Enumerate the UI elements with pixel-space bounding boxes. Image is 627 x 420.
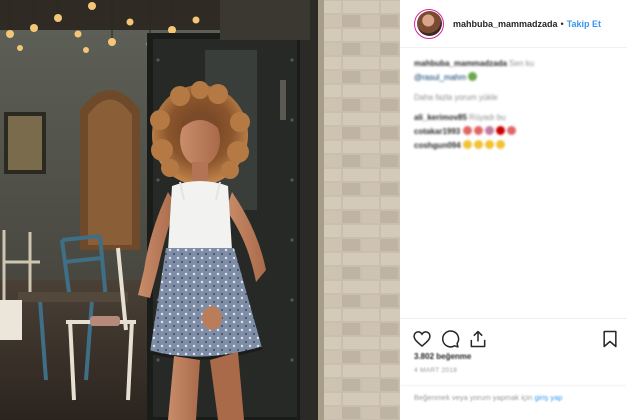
share-icon[interactable]: [468, 329, 488, 349]
likes-count[interactable]: 3.802 beğenme: [414, 352, 471, 361]
comment-caption: mahbuba_mammadzada Sen ku: [414, 58, 619, 70]
emoji-icon: [473, 126, 483, 135]
comments-list: mahbuba_mammadzada Sen ku @rasul_mahm Da…: [414, 58, 619, 154]
post-actions: [400, 318, 627, 356]
emoji-icon: [484, 126, 494, 135]
login-link[interactable]: giriş yap: [534, 393, 562, 402]
comment-text: Rüyadı bu: [469, 113, 506, 122]
login-text: Beğenmek veya yorum yapmak için: [414, 393, 533, 402]
separator-dot: •: [560, 18, 564, 29]
post-photo[interactable]: [0, 0, 400, 420]
comment-username[interactable]: cotakar1993: [414, 127, 460, 136]
username-link[interactable]: mahbuba_mammadzada: [453, 19, 558, 29]
bookmark-icon[interactable]: [600, 329, 620, 349]
heart-icon[interactable]: [412, 329, 432, 349]
emoji-icon: [462, 140, 472, 149]
emoji-icon: [495, 126, 505, 135]
post-header: mahbuba_mammadzada • Takip Et: [400, 0, 627, 48]
emoji-icon: [506, 126, 516, 135]
post-side-panel: mahbuba_mammadzada • Takip Et mahbuba_ma…: [400, 0, 627, 420]
avatar[interactable]: [414, 8, 444, 39]
emoji-icon: [462, 126, 472, 135]
comment-icon[interactable]: [440, 329, 460, 349]
comment-caption-line2: @rasul_mahm: [414, 72, 619, 84]
comment-item: cotakar1993: [414, 126, 619, 138]
comment-username[interactable]: coshgun094: [414, 141, 461, 150]
emoji-icon: [473, 140, 483, 149]
emoji-icon: [484, 140, 494, 149]
emoji-icon: [468, 72, 478, 81]
comment-mention[interactable]: @rasul_mahm: [414, 73, 466, 82]
comment-username[interactable]: mahbuba_mammadzada: [414, 59, 507, 68]
post-timestamp: 4 MART 2018: [414, 367, 458, 374]
comment-item: ali_kerimov85 Rüyadı bu: [414, 112, 619, 124]
load-more-comments[interactable]: Daha fazla yorum yükle: [414, 92, 619, 104]
follow-button[interactable]: Takip Et: [567, 19, 601, 29]
comment-username[interactable]: ali_kerimov85: [414, 113, 467, 122]
login-prompt: Beğenmek veya yorum yapmak için giriş ya…: [400, 385, 627, 420]
comment-text: Sen ku: [509, 59, 535, 68]
comment-item: coshgun094: [414, 140, 619, 152]
emoji-icon: [495, 140, 505, 149]
load-more-label: Daha fazla yorum yükle: [414, 93, 498, 102]
photo-image: [0, 0, 400, 420]
